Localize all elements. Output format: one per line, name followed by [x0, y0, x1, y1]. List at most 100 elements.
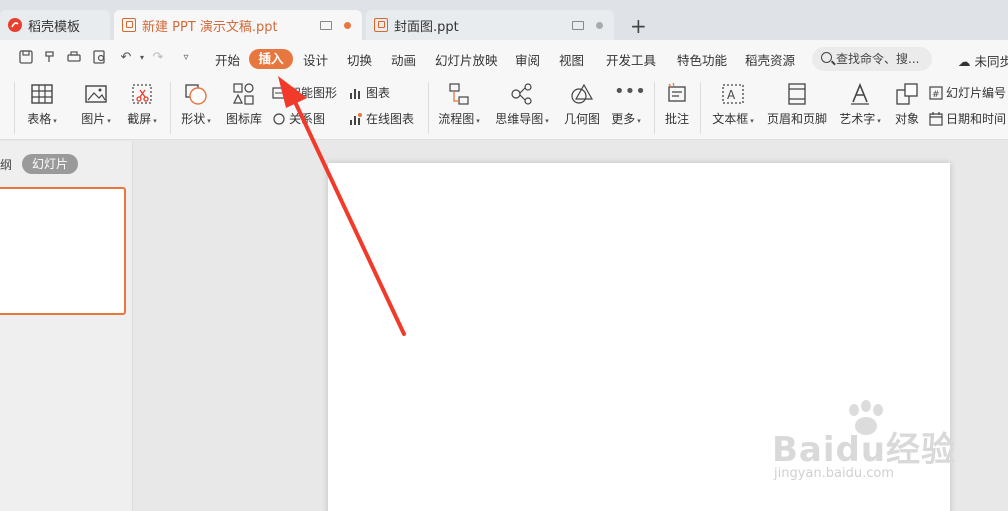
outline-tab[interactable]: 纲 — [0, 156, 12, 173]
bar-chart-icon — [349, 86, 363, 100]
textbox-button[interactable]: A 文本框 ▾ — [708, 82, 758, 127]
wordart-button[interactable]: 艺术字 ▾ — [836, 82, 884, 127]
menu-slideshow[interactable]: 幻灯片放映 — [435, 50, 498, 69]
undo-icon[interactable]: ↶ — [118, 50, 134, 66]
menu-developer[interactable]: 开发工具 — [606, 50, 656, 69]
unsaved-dot-icon[interactable] — [344, 22, 351, 29]
slide-number-button[interactable]: # 幻灯片编号 — [929, 84, 1006, 101]
ppt-file-icon — [122, 18, 136, 32]
print-icon[interactable] — [66, 50, 82, 66]
slides-tab[interactable]: 幻灯片 — [22, 154, 78, 174]
tab-new-ppt[interactable]: 新建 PPT 演示文稿.ppt — [114, 10, 362, 40]
customize-toolbar-icon[interactable]: ▿ — [178, 50, 194, 66]
table-label: 表格 — [27, 112, 52, 126]
watermark-logo: Baidu经验 — [772, 430, 957, 470]
online-chart-label: 在线图表 — [366, 112, 415, 126]
relation-label: 关系图 — [289, 112, 326, 126]
flowchart-button[interactable]: 流程图 ▾ — [436, 82, 482, 127]
sync-label: 未同步 — [974, 54, 1008, 69]
tab-label: 新建 PPT 演示文稿.ppt — [142, 19, 278, 35]
table-icon — [30, 82, 54, 106]
undo-dropdown-icon[interactable]: ▾ — [134, 50, 150, 66]
online-chart-button[interactable]: 在线图表 — [349, 110, 414, 127]
menu-animation[interactable]: 动画 — [391, 50, 416, 69]
watermark-url: jingyan.baidu.com — [774, 466, 894, 481]
ppt-file-icon — [374, 18, 388, 32]
menu-review[interactable]: 审阅 — [515, 50, 540, 69]
slide-number-label: 幻灯片编号 — [946, 86, 1007, 100]
geometry-icon — [570, 82, 594, 106]
menu-design[interactable]: 设计 — [303, 50, 328, 69]
menu-insert[interactable]: 插入 — [249, 49, 293, 69]
more-label: 更多 — [611, 112, 636, 126]
object-button[interactable]: 对象 — [892, 82, 922, 127]
object-label: 对象 — [894, 112, 919, 126]
icon-library-label: 图标库 — [225, 112, 262, 126]
more-button[interactable]: ••• 更多 ▾ — [608, 81, 646, 127]
flowchart-icon — [447, 82, 471, 106]
flowchart-label: 流程图 — [438, 112, 475, 126]
comment-icon — [665, 82, 689, 106]
picture-button[interactable]: 图片 ▾ — [78, 82, 114, 127]
smart-shape-button[interactable]: 智能图形 — [272, 84, 337, 101]
sync-status[interactable]: ☁ 未同步 — [958, 51, 1008, 70]
screenshot-button[interactable]: 截屏 ▾ — [124, 82, 160, 127]
more-dots-icon: ••• — [614, 81, 646, 102]
tab-label: 封面图.ppt — [394, 19, 459, 35]
smart-shape-label: 智能图形 — [289, 86, 338, 100]
new-tab-plus-icon[interactable]: + — [630, 14, 647, 38]
cloud-icon: ☁ — [958, 54, 971, 69]
slide-thumbnail-1[interactable] — [0, 187, 126, 315]
mindmap-label: 思维导图 — [495, 112, 544, 126]
icon-library-button[interactable]: 图标库 — [224, 82, 264, 127]
smart-shape-icon — [272, 86, 286, 100]
redo-icon[interactable]: ↷ — [150, 50, 166, 66]
object-icon — [895, 82, 919, 106]
header-footer-button[interactable]: 页眉和页脚 — [766, 82, 828, 127]
calendar-icon — [929, 111, 943, 126]
svg-text:A: A — [727, 88, 736, 102]
slides-panel: 纲 幻灯片 — [0, 141, 133, 511]
daoke-logo-icon — [8, 18, 22, 32]
relation-icon — [272, 112, 286, 126]
geometry-label: 几何图 — [563, 112, 600, 126]
geometry-button[interactable]: 几何图 — [562, 82, 602, 127]
slide-number-icon: # — [929, 85, 943, 100]
shape-label: 形状 — [181, 112, 206, 126]
print-preview-icon[interactable] — [92, 50, 108, 66]
close-dot-icon[interactable] — [596, 22, 603, 29]
menu-home[interactable]: 开始 — [215, 50, 240, 69]
monitor-icon[interactable] — [320, 21, 332, 30]
comment-button[interactable]: 批注 — [662, 82, 692, 127]
table-button[interactable]: 表格 ▾ — [24, 82, 60, 127]
ribbon-separator — [428, 82, 429, 134]
menu-daoke-resources[interactable]: 稻壳资源 — [745, 50, 795, 69]
mindmap-button[interactable]: 思维导图 ▾ — [494, 82, 550, 127]
monitor-icon[interactable] — [572, 21, 584, 30]
chart-button[interactable]: 图表 — [349, 84, 390, 101]
comment-label: 批注 — [664, 112, 689, 126]
header-footer-label: 页眉和页脚 — [766, 112, 827, 126]
wordart-label: 艺术字 — [839, 112, 876, 126]
online-chart-icon — [349, 112, 363, 126]
menu-transition[interactable]: 切换 — [347, 50, 372, 69]
search-box[interactable]: 查找命令、搜... — [812, 47, 932, 71]
format-painter-icon[interactable] — [42, 50, 58, 66]
ribbon-separator — [654, 82, 655, 134]
icon-library-icon — [232, 82, 256, 106]
chart-label: 图表 — [366, 86, 391, 100]
search-icon — [821, 52, 832, 63]
datetime-button[interactable]: 日期和时间 — [929, 110, 1006, 127]
relation-button[interactable]: 关系图 — [272, 110, 325, 127]
menu-view[interactable]: 视图 — [559, 50, 584, 69]
menu-features[interactable]: 特色功能 — [677, 50, 727, 69]
tab-cover-ppt[interactable]: 封面图.ppt — [366, 10, 614, 40]
header-footer-icon — [785, 82, 809, 106]
picture-icon — [84, 82, 108, 106]
screenshot-scissors-icon — [130, 82, 154, 106]
tab-daoke-template[interactable]: 稻壳模板 — [0, 10, 110, 40]
save-icon[interactable] — [18, 50, 34, 66]
shape-button[interactable]: 形状 ▾ — [178, 82, 214, 127]
ribbon-separator — [14, 82, 15, 134]
mindmap-icon — [510, 82, 534, 106]
